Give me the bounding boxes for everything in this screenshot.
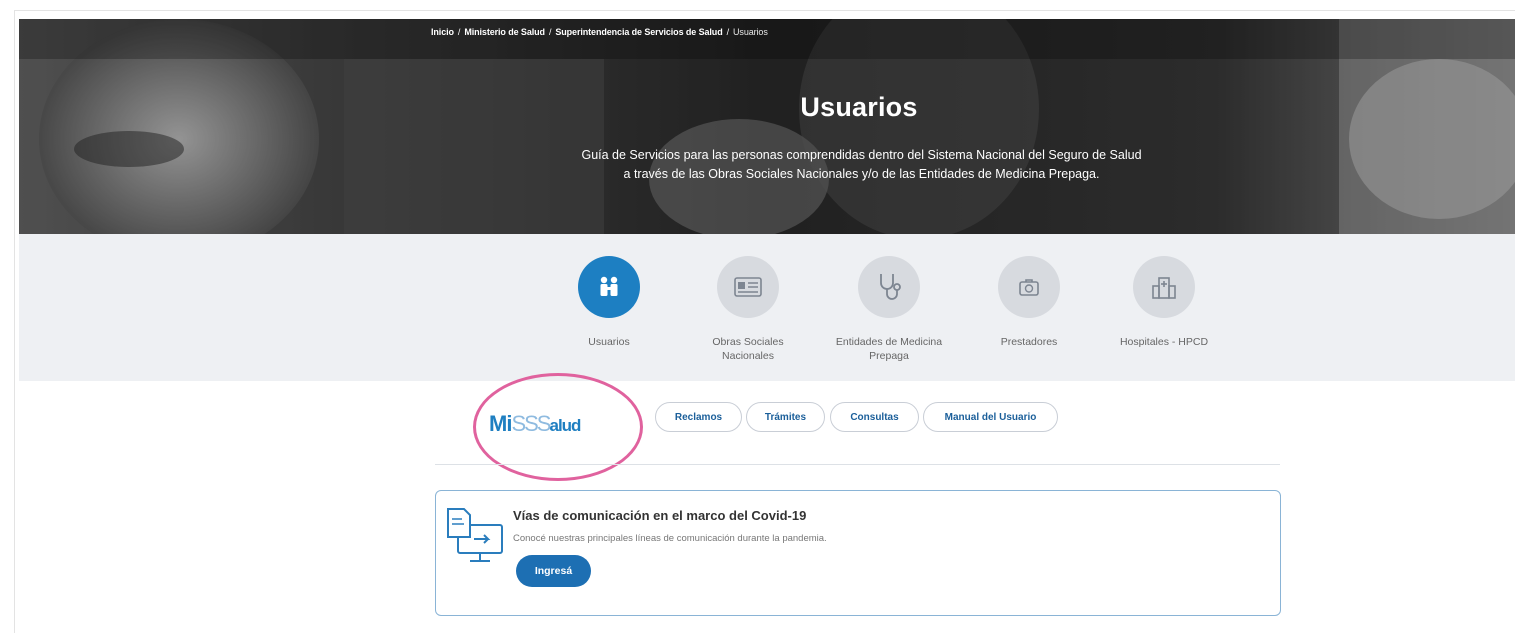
category-entidades[interactable]: Entidades de Medicina Prepaga (829, 256, 949, 363)
logo-mi-text: Mi (489, 411, 512, 436)
tab-reclamos[interactable]: Reclamos (655, 402, 742, 432)
page-title: Usuarios (800, 92, 918, 122)
category-hospitales[interactable]: Hospitales - HPCD (1104, 256, 1224, 349)
covid-communication-card: Vías de comunicación en el marco del Cov… (435, 490, 1281, 616)
logo-salud-text: alud (549, 416, 581, 435)
hero-overlay (19, 19, 1515, 234)
breadcrumb-separator: / (726, 27, 730, 37)
stethoscope-icon (858, 256, 920, 318)
breadcrumb-link-superintendencia[interactable]: Superintendencia de Servicios de Salud (555, 27, 722, 37)
card-title: Vías de comunicación en el marco del Cov… (513, 508, 807, 523)
category-label: Obras Sociales Nacionales (712, 336, 784, 362)
category-prestadores[interactable]: Prestadores (969, 256, 1089, 349)
logo-sss-text: SSS (511, 411, 551, 436)
page-description: Guía de Servicios para las personas comp… (581, 148, 1142, 181)
breadcrumb-link-inicio[interactable]: Inicio (431, 27, 454, 37)
ingresa-button[interactable]: Ingresá (516, 555, 591, 587)
section-divider (435, 464, 1280, 465)
computer-document-icon (444, 505, 508, 572)
page-frame: Inicio / Ministerio de Salud / Superintenden… (14, 10, 1515, 633)
family-icon (578, 256, 640, 318)
category-nav: Usuarios Obras Sociales Nacionales Entid… (19, 234, 1515, 381)
breadcrumb-separator: / (457, 27, 461, 37)
hospital-icon (1133, 256, 1195, 318)
category-label: Entidades de Medicina Prepaga (835, 336, 943, 362)
category-obras-sociales[interactable]: Obras Sociales Nacionales (688, 256, 808, 363)
medical-kit-icon (998, 256, 1060, 318)
hero-banner: Inicio / Ministerio de Salud / Superintenden… (19, 19, 1515, 234)
category-label: Hospitales - HPCD (1119, 336, 1209, 348)
card-description: Conocé nuestras principales líneas de co… (513, 533, 827, 544)
mi-sssalud-logo[interactable]: MiSSSalud (489, 411, 581, 437)
breadcrumb-separator: / (548, 27, 552, 37)
breadcrumb-current: Usuarios (733, 27, 768, 37)
tab-manual-usuario[interactable]: Manual del Usuario (923, 402, 1058, 432)
id-card-icon (717, 256, 779, 318)
breadcrumb-link-ministerio[interactable]: Ministerio de Salud (464, 27, 545, 37)
category-usuarios[interactable]: Usuarios (549, 256, 669, 349)
breadcrumb: Inicio / Ministerio de Salud / Superintenden… (431, 27, 768, 37)
tab-consultas[interactable]: Consultas (830, 402, 919, 432)
tab-tramites[interactable]: Trámites (746, 402, 825, 432)
category-label: Usuarios (588, 336, 630, 348)
category-label: Prestadores (1000, 336, 1058, 348)
